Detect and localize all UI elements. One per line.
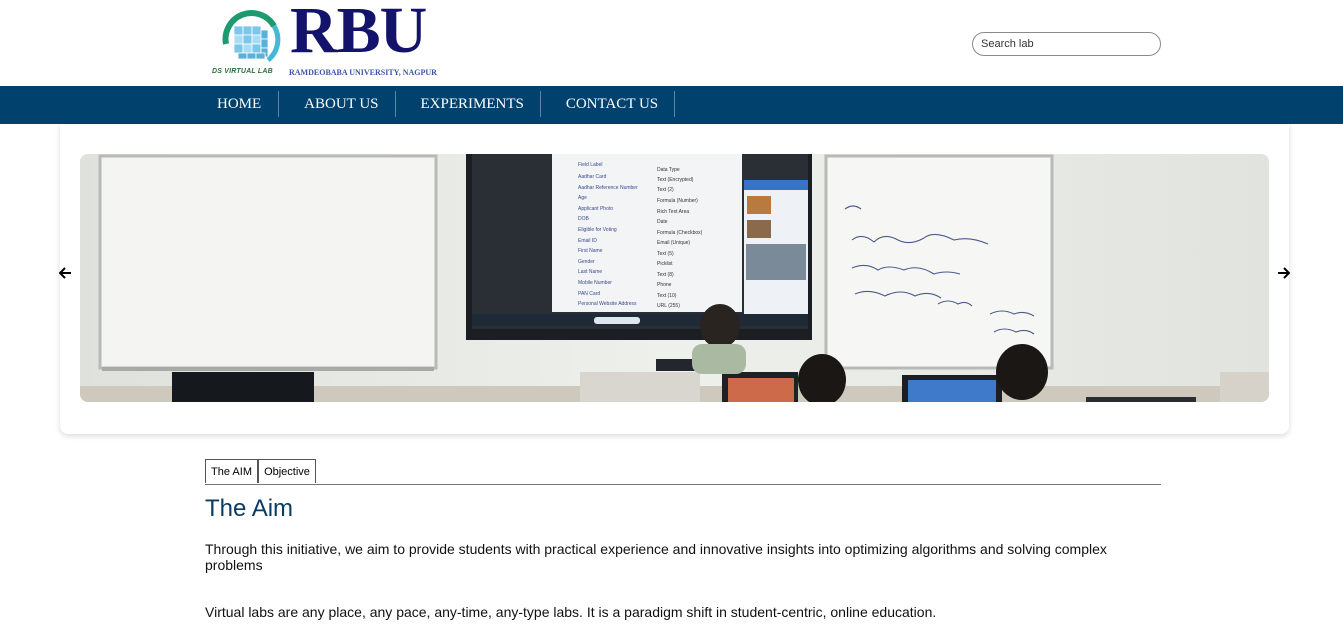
svg-text:Text (5): Text (5) [657, 251, 674, 257]
carousel-next-arrow-icon[interactable] [1273, 262, 1293, 284]
svg-text:Formula (Number): Formula (Number) [657, 198, 698, 204]
svg-text:Data Type: Data Type [657, 167, 680, 173]
arrow-right-icon [1278, 267, 1290, 279]
svg-text:First Name: First Name [578, 248, 603, 254]
svg-text:Aadhar Card: Aadhar Card [578, 174, 607, 180]
svg-text:Picklist: Picklist [657, 261, 673, 267]
svg-text:Personal Website Address: Personal Website Address [578, 301, 637, 307]
svg-text:Formula (Checkbox): Formula (Checkbox) [657, 230, 703, 236]
svg-text:Rich Text Area: Rich Text Area [657, 209, 689, 215]
svg-text:Date: Date [657, 219, 668, 225]
logo-tag: DS VIRTUAL LAB [212, 68, 273, 75]
tab-the-aim[interactable]: The AIM [205, 459, 258, 483]
arrow-left-icon [59, 267, 71, 279]
nav-item-about-us[interactable]: ABOUT US [279, 91, 396, 117]
svg-text:Aadhar Reference Number: Aadhar Reference Number [578, 185, 638, 191]
svg-text:Text (2): Text (2) [657, 187, 674, 193]
svg-text:Eligible for Voting: Eligible for Voting [578, 227, 617, 233]
svg-text:Email ID: Email ID [578, 238, 597, 244]
svg-text:Last Name: Last Name [578, 269, 602, 275]
svg-text:Age: Age [578, 195, 587, 201]
svg-text:Field Label: Field Label [578, 162, 602, 168]
svg-text:Text (8): Text (8) [657, 272, 674, 278]
aim-paragraph: Through this initiative, we aim to provi… [205, 541, 1107, 573]
svg-text:DOB: DOB [578, 216, 590, 222]
site-logo[interactable]: DS VIRTUAL LAB RBU RAMDEOBABA UNIVERSITY… [212, 0, 437, 80]
svg-text:Phone: Phone [657, 282, 672, 288]
search-input[interactable] [972, 32, 1161, 56]
logo-subtitle: RAMDEOBABA UNIVERSITY, NAGPUR [289, 68, 437, 77]
carousel-prev-arrow-icon[interactable] [56, 262, 76, 284]
svg-text:Email (Unique): Email (Unique) [657, 240, 690, 246]
tab-objective[interactable]: Objective [258, 459, 316, 483]
nav-menu: HOME ABOUT US EXPERIMENTS CONTACT US [205, 91, 676, 117]
main-navbar: HOME ABOUT US EXPERIMENTS CONTACT US [0, 86, 1343, 124]
svg-text:Gender: Gender [578, 259, 595, 265]
svg-text:URL (255): URL (255) [657, 303, 680, 309]
site-header: DS VIRTUAL LAB RBU RAMDEOBABA UNIVERSITY… [0, 0, 1343, 86]
nav-item-experiments[interactable]: EXPERIMENTS [396, 91, 541, 117]
logo-title: RBU [290, 0, 427, 67]
svg-text:Applicant Photo: Applicant Photo [578, 206, 613, 212]
svg-text:Text (Encrypted): Text (Encrypted) [657, 177, 694, 183]
nav-item-contact-us[interactable]: CONTACT US [541, 91, 676, 117]
carousel-slide-image: Field Label Data Type Aadhar Card Text (En… [80, 154, 1269, 402]
nav-item-home[interactable]: HOME [205, 91, 280, 117]
section-heading: The Aim [205, 495, 294, 522]
svg-text:Text (10): Text (10) [657, 293, 677, 299]
svg-text:Mobile Number: Mobile Number [578, 280, 612, 286]
virtual-labs-paragraph: Virtual labs are any place, any pace, an… [205, 604, 937, 620]
svg-text:PAN Card: PAN Card [578, 291, 600, 297]
content-tabs: The AIM Objective [205, 459, 1161, 485]
